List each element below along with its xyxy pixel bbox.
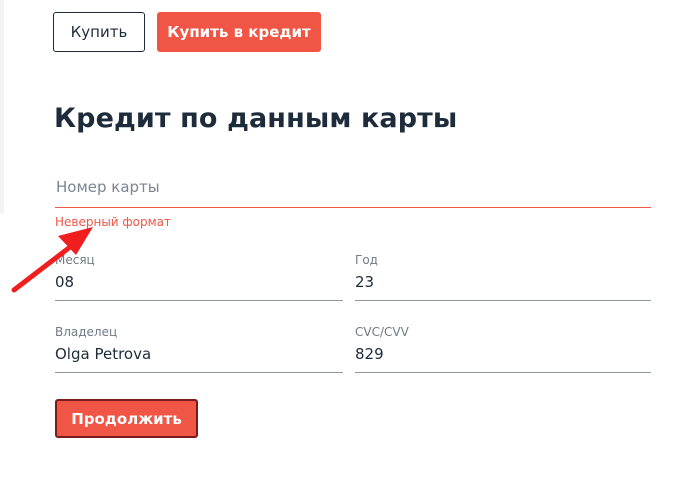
buy-button[interactable]: Купить [53, 12, 145, 52]
cvc-label: CVC/CVV [355, 325, 409, 339]
continue-button[interactable]: Продолжить [55, 399, 198, 438]
owner-value: Olga Petrova [55, 345, 152, 363]
card-number-error: Неверный формат [55, 215, 172, 229]
year-value: 23 [355, 273, 375, 291]
cvc-field[interactable]: CVC/CVV 829 [355, 325, 651, 373]
month-value: 08 [55, 273, 75, 291]
owner-label: Владелец [55, 325, 118, 339]
buy-on-credit-button-label: Купить в кредит [167, 23, 311, 41]
card-number-placeholder: Номер карты [56, 178, 160, 196]
continue-button-label: Продолжить [71, 409, 182, 428]
month-label: Месяц [55, 253, 95, 267]
year-label: Год [355, 253, 378, 267]
month-field[interactable]: Месяц 08 [55, 253, 343, 301]
card-number-field[interactable]: Номер карты [55, 170, 651, 208]
buy-on-credit-button[interactable]: Купить в кредит [157, 12, 321, 52]
cvc-value: 829 [355, 345, 384, 363]
page-title: Кредит по данным карты [54, 103, 458, 134]
year-field[interactable]: Год 23 [355, 253, 651, 301]
left-edge-divider [0, 0, 4, 213]
owner-field[interactable]: Владелец Olga Petrova [55, 325, 343, 373]
buy-button-label: Купить [70, 23, 128, 41]
